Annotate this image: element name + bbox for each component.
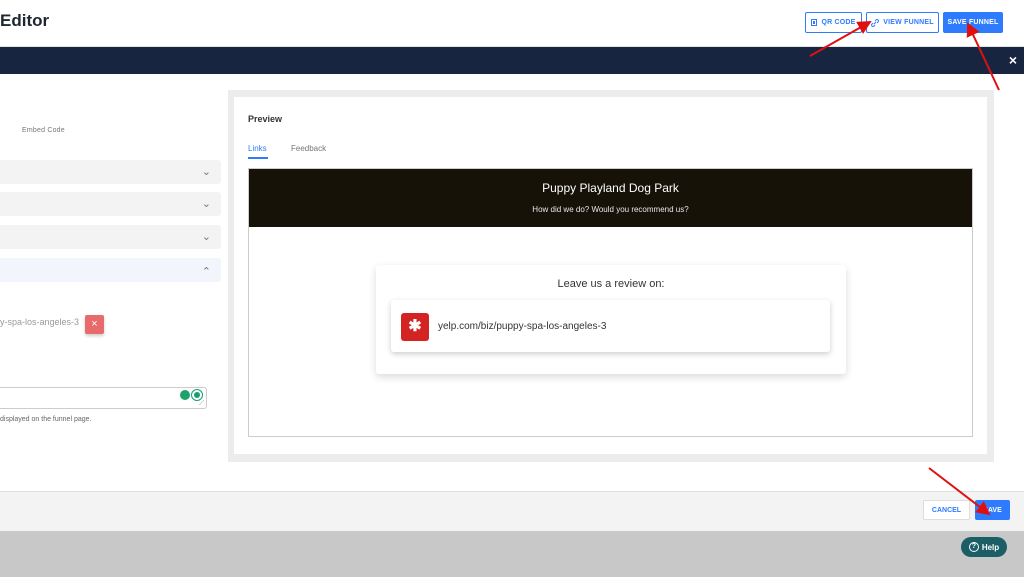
- tab-embed-code[interactable]: Embed Code: [22, 127, 65, 134]
- view-funnel-label: VIEW FUNNEL: [883, 19, 934, 26]
- save-funnel-button[interactable]: SAVE FUNNEL: [943, 12, 1003, 33]
- tab-feedback[interactable]: Feedback: [291, 144, 326, 153]
- hero-subtitle: How did we do? Would you recommend us?: [532, 205, 689, 214]
- textarea-help-text: displayed on the funnel page.: [0, 416, 92, 423]
- close-icon[interactable]: ×: [1009, 50, 1017, 70]
- business-name: Puppy Playland Dog Park: [542, 181, 679, 195]
- remove-link-button[interactable]: ×: [85, 315, 104, 334]
- chevron-down-icon: ⌄: [201, 166, 211, 178]
- help-button[interactable]: ? Help: [961, 537, 1007, 557]
- chevron-down-icon: ⌄: [201, 198, 211, 210]
- qr-code-icon: [811, 19, 818, 26]
- modal-footer: [0, 491, 1024, 531]
- help-label: Help: [981, 542, 1000, 552]
- yelp-logo-icon: ✱: [401, 313, 429, 341]
- accordion-section-1[interactable]: ⌄: [0, 160, 221, 184]
- accordion-section-2[interactable]: ⌄: [0, 192, 221, 216]
- save-button[interactable]: SAVE: [975, 500, 1010, 520]
- resize-handle-icon[interactable]: ⟋: [199, 400, 204, 408]
- yelp-link-url[interactable]: yelp.com/biz/puppy-spa-los-angeles-3: [438, 321, 606, 332]
- tab-links[interactable]: Links: [248, 144, 267, 153]
- chevron-up-icon: ⌃: [201, 266, 211, 278]
- message-textarea[interactable]: ⟋: [0, 387, 207, 409]
- grammarly-icon[interactable]: [191, 389, 203, 401]
- preview-title: Preview: [248, 114, 283, 124]
- cancel-button[interactable]: CANCEL: [923, 500, 970, 520]
- page-title: Editor: [0, 11, 50, 30]
- top-bar: Editor QR CODE VIEW FUNNEL SAVE FUNNEL: [0, 0, 1024, 47]
- accordion-section-3[interactable]: ⌄: [0, 225, 221, 249]
- view-funnel-button[interactable]: VIEW FUNNEL: [866, 12, 939, 33]
- accordion-section-links[interactable]: ⌃: [0, 258, 221, 282]
- qr-code-label: QR CODE: [821, 19, 856, 26]
- qr-code-button[interactable]: QR CODE: [805, 12, 862, 33]
- modal-header: [0, 47, 1024, 74]
- link-icon: [871, 18, 880, 27]
- review-prompt: Leave us a review on:: [557, 278, 665, 290]
- review-link-value: y-spa-los-angeles-3: [0, 317, 80, 327]
- active-tab-indicator: [248, 157, 268, 159]
- grammarly-hint-icon[interactable]: [180, 390, 190, 400]
- question-icon: ?: [968, 542, 979, 552]
- funnel-hero: [249, 169, 972, 227]
- chevron-down-icon: ⌄: [201, 231, 211, 243]
